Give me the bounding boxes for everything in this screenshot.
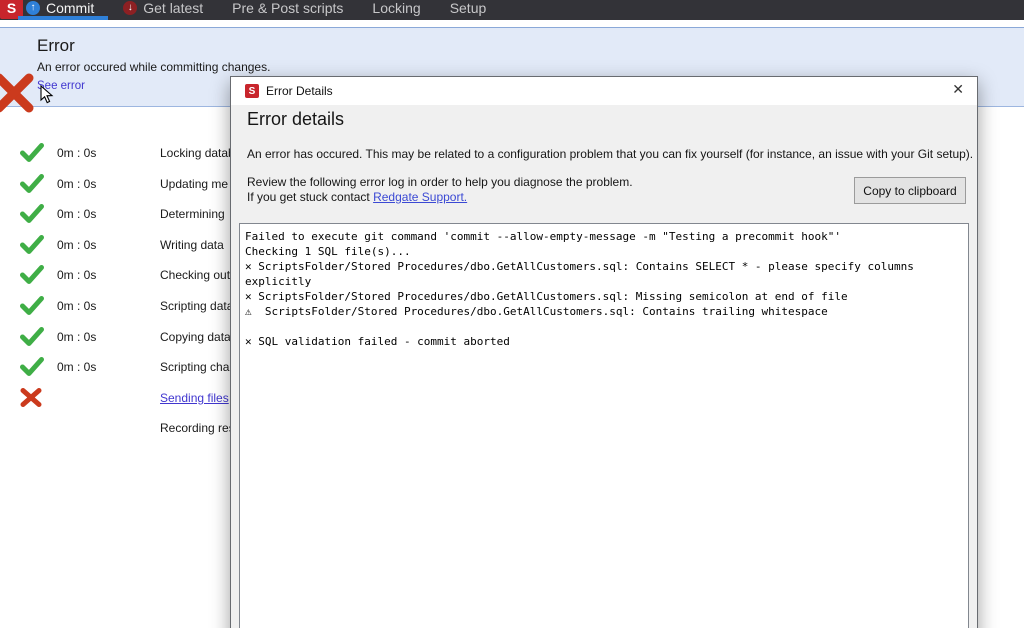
step-label: Copying data (160, 330, 231, 344)
dialog-review-text: Review the following error log in order … (247, 175, 633, 189)
error-x-icon (0, 73, 35, 113)
step-time: 0m : 0s (57, 207, 96, 221)
top-tab-bar: S ↑Commit↓Get latestPre & Post scriptsLo… (0, 0, 1024, 20)
tab-commit[interactable]: ↑ Commit (26, 0, 94, 16)
tab-pre-post-scripts[interactable]: Pre & Post scripts (232, 0, 343, 16)
check-icon (19, 234, 45, 255)
log-line (245, 319, 963, 334)
check-icon (19, 356, 45, 377)
check-icon (19, 203, 45, 224)
log-line: Checking 1 SQL file(s)... (245, 244, 963, 259)
tab-label: Pre & Post scripts (232, 0, 343, 16)
tab-label: Locking (372, 0, 420, 16)
step-time: 0m : 0s (57, 238, 96, 252)
step-label: Locking datab (160, 146, 235, 160)
check-icon (19, 264, 45, 285)
active-tab-underline (18, 16, 108, 20)
log-line: explicitly (245, 274, 963, 289)
step-label: Checking out (160, 268, 230, 282)
log-line: ✕ ScriptsFolder/Stored Procedures/dbo.Ge… (245, 289, 963, 304)
dialog-stuck-text: If you get stuck contact Redgate Support… (247, 190, 467, 204)
dialog-intro-text: An error has occured. This may be relate… (247, 147, 973, 161)
log-line: ✕ SQL validation failed - commit aborted (245, 334, 963, 349)
redgate-logo-icon: S (245, 84, 259, 98)
dialog-heading: Error details (247, 109, 344, 130)
banner-title: Error (37, 36, 75, 56)
cross-icon (19, 387, 43, 408)
tab-locking[interactable]: Locking (372, 0, 420, 16)
step-label-link[interactable]: Sending files (160, 391, 229, 405)
tab-label: Commit (46, 0, 94, 16)
copy-to-clipboard-button[interactable]: Copy to clipboard (854, 177, 966, 204)
step-label: Scripting cha (160, 360, 229, 374)
step-time: 0m : 0s (57, 330, 96, 344)
step-label: Determining (160, 207, 225, 221)
banner-message: An error occured while committing change… (37, 60, 270, 74)
dialog-title-bar[interactable]: S Error Details ✕ (231, 77, 977, 105)
stuck-prefix: If you get stuck contact (247, 190, 373, 204)
mouse-cursor (40, 85, 54, 105)
close-icon[interactable]: ✕ (952, 82, 964, 98)
step-label: Updating me (160, 177, 228, 191)
tab-setup[interactable]: Setup (450, 0, 487, 16)
log-line: ⚠ ScriptsFolder/Stored Procedures/dbo.Ge… (245, 304, 963, 319)
check-icon (19, 173, 45, 194)
step-time: 0m : 0s (57, 146, 96, 160)
commit-icon: ↑ (26, 1, 40, 15)
get-latest-icon: ↓ (123, 1, 137, 15)
log-line: ✕ ScriptsFolder/Stored Procedures/dbo.Ge… (245, 259, 963, 274)
step-time: 0m : 0s (57, 177, 96, 191)
dialog-title: Error Details (266, 84, 333, 98)
tab-label: Setup (450, 0, 487, 16)
error-details-dialog: S Error Details ✕ Error details An error… (230, 76, 978, 628)
step-time: 0m : 0s (57, 299, 96, 313)
log-line: Failed to execute git command 'commit --… (245, 229, 963, 244)
tab-get-latest[interactable]: ↓ Get latest (123, 0, 203, 16)
check-icon (19, 142, 45, 163)
step-label: Recording res (160, 421, 235, 435)
step-time: 0m : 0s (57, 360, 96, 374)
check-icon (19, 326, 45, 347)
check-icon (19, 295, 45, 316)
step-label: Scripting data (160, 299, 233, 313)
error-log-textarea[interactable]: Failed to execute git command 'commit --… (239, 223, 969, 628)
tab-label: Get latest (143, 0, 203, 16)
step-label: Writing data (160, 238, 224, 252)
redgate-support-link[interactable]: Redgate Support. (373, 190, 467, 204)
step-time: 0m : 0s (57, 268, 96, 282)
